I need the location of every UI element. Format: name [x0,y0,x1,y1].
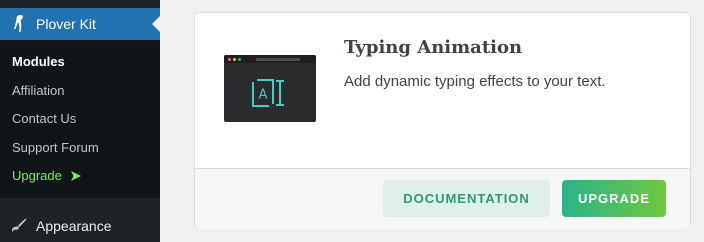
submenu-item-label: Affiliation [12,82,65,98]
module-card: A Typing Animation Add dynamic typing ef… [194,12,691,229]
submenu-item-contact-us[interactable]: Contact Us [0,105,160,134]
sidebar-item-label: Plover Kit [36,16,96,32]
submenu-item-label: Modules [12,54,65,69]
submenu-item-upgrade[interactable]: Upgrade [0,162,160,191]
module-card-footer: Documentation Upgrade [195,168,690,229]
documentation-button[interactable]: Documentation [383,180,550,217]
brush-icon [10,217,28,235]
submenu-item-label: Contact Us [12,111,77,126]
typing-cursor-icon: A [252,78,284,108]
sidebar-item-plover-kit[interactable]: Plover Kit [0,8,160,40]
sidebar-item-label: Appearance [36,218,112,234]
upgrade-button[interactable]: Upgrade [562,180,666,217]
submenu-item-label: Upgrade [12,168,62,183]
window-minimize-dot [233,58,236,61]
submenu-item-modules[interactable]: Modules [0,48,160,77]
module-card-body: A Typing Animation Add dynamic typing ef… [195,13,690,168]
module-description: Add dynamic typing effects to your text. [344,73,606,90]
admin-sidebar: Plover Kit Modules Affiliation Contact U… [0,0,160,242]
submenu-item-affiliation[interactable]: Affiliation [0,77,160,106]
bird-icon [11,14,27,34]
window-maximize-dot [238,58,241,61]
module-thumbnail: A [224,55,316,122]
arrow-right-icon [70,170,82,182]
thumbnail-address-bar [256,58,300,61]
module-title: Typing Animation [344,37,523,58]
thumbnail-glyph: A [259,88,268,103]
plover-kit-submenu: Modules Affiliation Contact Us Support F… [0,40,160,198]
submenu-item-label: Support Forum [12,139,99,155]
sidebar-item-appearance[interactable]: Appearance [0,210,160,242]
submenu-item-support-forum[interactable]: Support Forum [0,134,160,163]
window-close-dot [228,58,231,61]
